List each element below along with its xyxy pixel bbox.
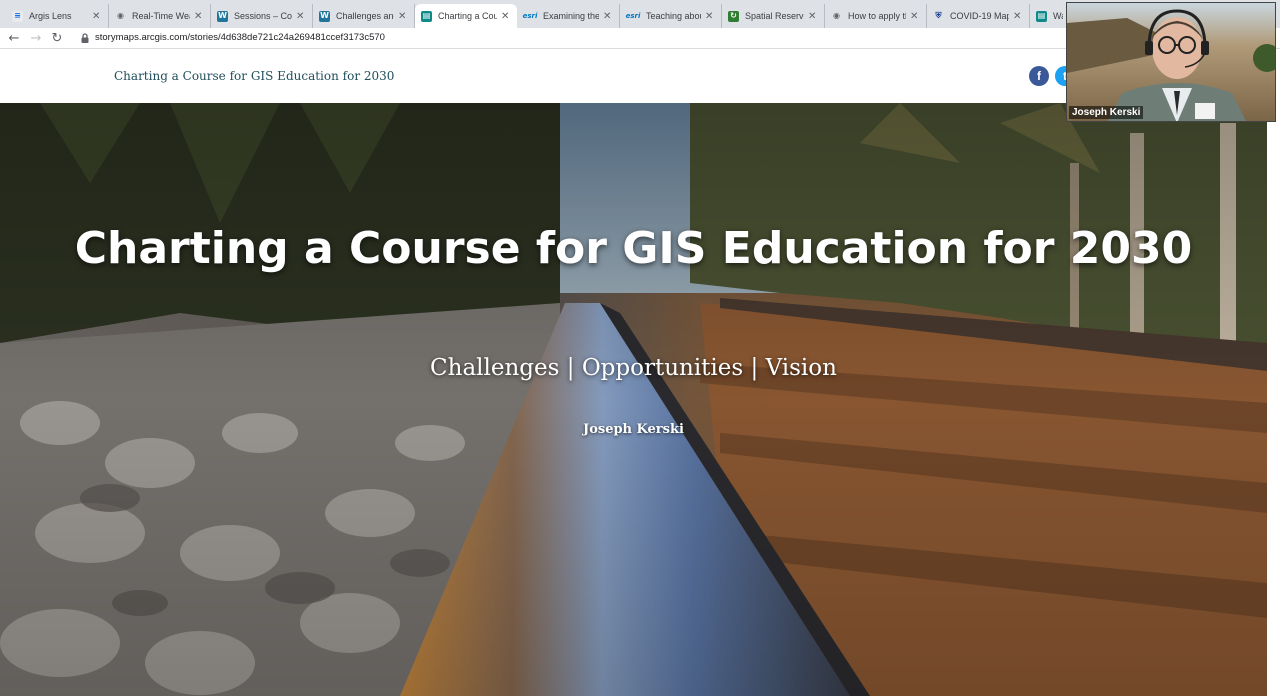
close-tab-icon[interactable]: ✕	[296, 11, 306, 22]
refresh-logo-icon: ↻	[728, 10, 739, 22]
storymaps-icon: ▤	[1036, 10, 1047, 22]
document-icon: ≡	[12, 10, 23, 22]
browser-tab-title: Charting a Cours	[438, 11, 497, 21]
story-author: Joseph Kerski	[583, 422, 684, 437]
lock-icon[interactable]	[79, 32, 91, 44]
esri-icon: esri	[625, 11, 641, 20]
browser-tab-title: Sessions – Confe	[234, 11, 292, 21]
browser-tab[interactable]: esri Examining the 20 ✕	[517, 4, 620, 28]
browser-tab-title: COVID-19 Map	[950, 11, 1009, 21]
browser-tab[interactable]: esri Teaching about N ✕	[620, 4, 722, 28]
browser-tab[interactable]: ⛨ COVID-19 Map ✕	[927, 4, 1030, 28]
story-title: Charting a Course for GIS Education for …	[74, 223, 1193, 274]
shield-icon: ⛨	[935, 11, 942, 20]
globe-icon: ◉	[117, 11, 124, 20]
story-cover: Charting a Course for GIS Education for …	[0, 103, 1267, 696]
webcam-person-image	[1067, 3, 1275, 121]
close-tab-icon[interactable]: ✕	[398, 11, 408, 22]
esri-icon: esri	[522, 11, 538, 20]
browser-tab[interactable]: ▤ Wal	[1030, 4, 1070, 28]
browser-tab[interactable]: W Sessions – Confe ✕	[211, 4, 313, 28]
browser-tab[interactable]: W Challenges and G ✕	[313, 4, 415, 28]
browser-tab-title: Examining the 20	[543, 11, 599, 21]
browser-tab-title: Argis Lens	[29, 11, 72, 21]
browser-tab-active[interactable]: ▤ Charting a Cours ✕	[415, 4, 517, 28]
browser-tab-title: Real-Time Weath	[132, 11, 190, 21]
wordpress-icon: W	[319, 10, 330, 22]
browser-tab[interactable]: ≡ Argis Lens ✕	[6, 4, 109, 28]
story-subtitle: Challenges | Opportunities | Vision	[430, 355, 837, 381]
address-bar[interactable]: storymaps.arcgis.com/stories/4d638de721c…	[95, 32, 385, 43]
story-header-title[interactable]: Charting a Course for GIS Education for …	[114, 69, 394, 83]
forward-icon[interactable]: →	[28, 30, 44, 46]
wordpress-icon: W	[217, 10, 228, 22]
close-tab-icon[interactable]: ✕	[910, 11, 920, 22]
webcam-video[interactable]: Joseph Kerski	[1066, 2, 1276, 122]
browser-tab-title: How to apply the	[848, 11, 906, 21]
close-tab-icon[interactable]: ✕	[194, 11, 204, 22]
browser-tab[interactable]: ↻ Spatial Reserves ✕	[722, 4, 825, 28]
reload-icon[interactable]: ↻	[49, 30, 65, 46]
browser-tab-title: Wal	[1053, 11, 1063, 21]
webcam-participant-name: Joseph Kerski	[1069, 106, 1144, 119]
browser-tab-title: Challenges and G	[336, 11, 394, 21]
browser-tab[interactable]: ◉ How to apply the ✕	[825, 4, 927, 28]
browser-tab[interactable]: ◉ Real-Time Weath ✕	[109, 4, 211, 28]
browser-tab-title: Spatial Reserves	[745, 11, 804, 21]
close-tab-icon[interactable]: ✕	[705, 11, 715, 22]
close-tab-icon[interactable]: ✕	[603, 11, 613, 22]
back-icon[interactable]: ←	[6, 30, 22, 46]
close-tab-icon[interactable]: ✕	[1013, 11, 1023, 22]
page-edge	[1267, 103, 1280, 696]
storymaps-icon: ▤	[421, 10, 432, 22]
globe-icon: ◉	[833, 11, 840, 20]
close-tab-icon[interactable]: ✕	[92, 11, 102, 22]
browser-tab-title: Teaching about N	[646, 11, 701, 21]
close-tab-icon[interactable]: ✕	[808, 11, 818, 22]
close-tab-icon[interactable]: ✕	[501, 11, 511, 22]
story-cover-text: Charting a Course for GIS Education for …	[0, 103, 1267, 696]
facebook-share-icon[interactable]: f	[1029, 66, 1049, 86]
